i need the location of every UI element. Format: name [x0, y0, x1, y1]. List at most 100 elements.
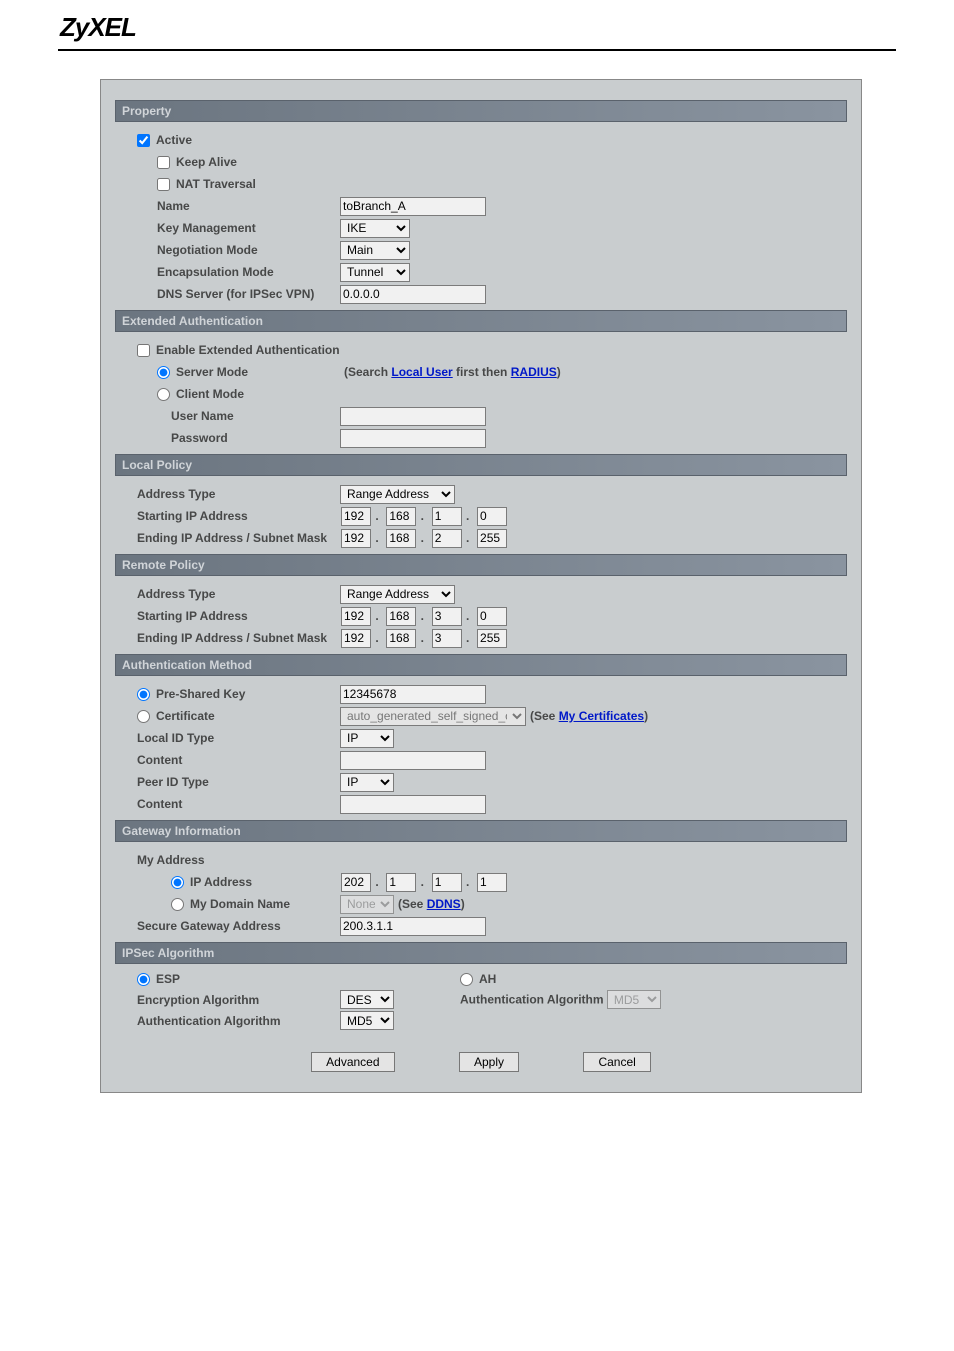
dns-server-input[interactable]: [340, 285, 486, 304]
my-ip-a[interactable]: [341, 873, 371, 892]
remote-end-ip: . . .: [340, 629, 508, 648]
remote-start-ip-b[interactable]: [386, 607, 416, 626]
client-mode-label: Client Mode: [176, 387, 244, 401]
local-content-input[interactable]: [340, 751, 486, 770]
local-end-ip-label: Ending IP Address / Subnet Mask: [115, 531, 340, 545]
dns-server-label: DNS Server (for IPSec VPN): [115, 287, 340, 301]
remote-start-ip-label: Starting IP Address: [115, 609, 340, 623]
server-mode-hint: (Search Local User first then RADIUS): [344, 365, 561, 379]
ip-address-label: IP Address: [190, 875, 252, 889]
psk-label: Pre-Shared Key: [156, 687, 245, 701]
ah-label: AH: [479, 972, 496, 986]
section-gateway-info: Gateway Information: [115, 820, 847, 842]
section-remote-policy: Remote Policy: [115, 554, 847, 576]
local-end-ip-b[interactable]: [386, 529, 416, 548]
my-ip-d[interactable]: [477, 873, 507, 892]
my-domain-select: None: [340, 895, 394, 914]
encapsulation-mode-label: Encapsulation Mode: [115, 265, 340, 279]
esp-radio[interactable]: [137, 973, 150, 986]
key-management-select[interactable]: IKE: [340, 219, 410, 238]
psk-radio[interactable]: [137, 688, 150, 701]
negotiation-mode-select[interactable]: Main: [340, 241, 410, 260]
active-checkbox[interactable]: [137, 134, 150, 147]
local-content-label: Content: [115, 753, 340, 767]
nat-traversal-checkbox[interactable]: [157, 178, 170, 191]
encryption-alg-label: Encryption Algorithm: [115, 993, 340, 1007]
keepalive-label: Keep Alive: [176, 155, 237, 169]
remote-start-ip-a[interactable]: [341, 607, 371, 626]
ddns-link[interactable]: DDNS: [427, 897, 461, 911]
local-start-ip-d[interactable]: [477, 507, 507, 526]
secure-gateway-label: Secure Gateway Address: [115, 919, 340, 933]
section-local-policy: Local Policy: [115, 454, 847, 476]
remote-end-ip-a[interactable]: [341, 629, 371, 648]
remote-end-ip-c[interactable]: [432, 629, 462, 648]
auth-alg-select[interactable]: MD5: [340, 1011, 394, 1030]
certificate-radio[interactable]: [137, 710, 150, 723]
certificate-label: Certificate: [156, 709, 215, 723]
esp-label: ESP: [156, 972, 180, 986]
certificate-hint: (See My Certificates): [530, 709, 648, 723]
ip-address-radio[interactable]: [171, 876, 184, 889]
local-start-ip-b[interactable]: [386, 507, 416, 526]
advanced-button[interactable]: Advanced: [311, 1052, 394, 1072]
local-user-link[interactable]: Local User: [391, 365, 452, 379]
local-start-ip-c[interactable]: [432, 507, 462, 526]
remote-address-type-select[interactable]: Range Address: [340, 585, 455, 604]
my-ip-c[interactable]: [432, 873, 462, 892]
peer-content-label: Content: [115, 797, 340, 811]
client-mode-radio[interactable]: [157, 388, 170, 401]
user-name-label: User Name: [115, 409, 340, 423]
psk-input[interactable]: [340, 685, 486, 704]
peer-content-input[interactable]: [340, 795, 486, 814]
radius-link[interactable]: RADIUS: [511, 365, 557, 379]
peer-id-type-select[interactable]: IP: [340, 773, 394, 792]
local-start-ip-label: Starting IP Address: [115, 509, 340, 523]
name-input[interactable]: [340, 197, 486, 216]
cancel-button[interactable]: Cancel: [583, 1052, 650, 1072]
my-ip-b[interactable]: [386, 873, 416, 892]
auth-alg-ah-label: Authentication Algorithm: [460, 993, 604, 1007]
server-mode-radio[interactable]: [157, 366, 170, 379]
user-name-input[interactable]: [340, 407, 486, 426]
negotiation-mode-label: Negotiation Mode: [115, 243, 340, 257]
my-certificates-link[interactable]: My Certificates: [559, 709, 644, 723]
nat-traversal-label: NAT Traversal: [176, 177, 256, 191]
remote-start-ip-d[interactable]: [477, 607, 507, 626]
header-rule: [58, 49, 896, 51]
apply-button[interactable]: Apply: [459, 1052, 519, 1072]
key-management-label: Key Management: [115, 221, 340, 235]
config-panel: Property Active Keep Alive NAT Traversal…: [100, 79, 862, 1093]
local-end-ip-d[interactable]: [477, 529, 507, 548]
password-input[interactable]: [340, 429, 486, 448]
local-address-type-label: Address Type: [115, 487, 340, 501]
local-address-type-select[interactable]: Range Address: [340, 485, 455, 504]
my-address-label: My Address: [115, 853, 205, 867]
keepalive-checkbox[interactable]: [157, 156, 170, 169]
encryption-alg-select[interactable]: DES: [340, 990, 394, 1009]
enable-ext-auth-checkbox[interactable]: [137, 344, 150, 357]
ah-radio[interactable]: [460, 973, 473, 986]
local-end-ip-c[interactable]: [432, 529, 462, 548]
remote-start-ip-c[interactable]: [432, 607, 462, 626]
auth-alg-label: Authentication Algorithm: [115, 1014, 340, 1028]
local-end-ip-a[interactable]: [341, 529, 371, 548]
brand-logo: ZyXEL: [0, 0, 954, 49]
local-start-ip-a[interactable]: [341, 507, 371, 526]
section-auth-method: Authentication Method: [115, 654, 847, 676]
remote-end-ip-label: Ending IP Address / Subnet Mask: [115, 631, 340, 645]
certificate-select[interactable]: auto_generated_self_signed_cert: [340, 707, 526, 726]
my-domain-radio[interactable]: [171, 898, 184, 911]
remote-address-type-label: Address Type: [115, 587, 340, 601]
remote-end-ip-b[interactable]: [386, 629, 416, 648]
secure-gateway-input[interactable]: [340, 917, 486, 936]
active-label: Active: [156, 133, 192, 147]
section-ipsec-algorithm: IPSec Algorithm: [115, 942, 847, 964]
my-domain-hint: (See DDNS): [398, 897, 465, 911]
local-id-type-select[interactable]: IP: [340, 729, 394, 748]
encapsulation-mode-select[interactable]: Tunnel: [340, 263, 410, 282]
my-ip: . . .: [340, 873, 508, 892]
remote-end-ip-d[interactable]: [477, 629, 507, 648]
server-mode-label: Server Mode: [176, 365, 248, 379]
name-label: Name: [115, 199, 340, 213]
